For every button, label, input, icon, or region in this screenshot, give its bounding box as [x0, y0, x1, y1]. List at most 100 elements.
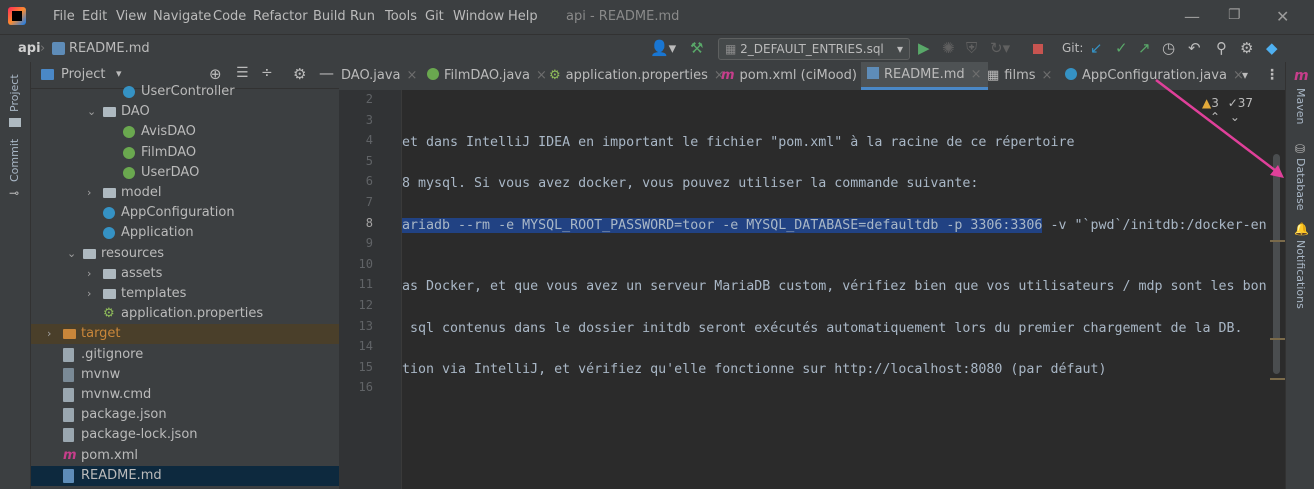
close-tab-icon[interactable]: × [971, 67, 982, 82]
settings-gear-icon[interactable]: ⚙ [1240, 40, 1253, 56]
chevron-down-icon[interactable]: ⌄ [87, 102, 96, 122]
close-tab-icon[interactable]: × [1042, 68, 1053, 83]
run-icon[interactable]: ▶ [918, 40, 930, 56]
tree-item-label: package-lock.json [81, 427, 198, 443]
chevron-down-icon[interactable]: ⌄ [67, 244, 76, 264]
close-icon[interactable]: ✕ [1276, 7, 1289, 26]
tree-item[interactable]: › target [31, 324, 339, 345]
scrollbar-thumb[interactable] [1273, 154, 1280, 374]
menu-file[interactable]: File [53, 9, 75, 24]
menu-tools[interactable]: Tools [385, 9, 417, 24]
tree-item[interactable]: › assets [31, 264, 339, 284]
menu-edit[interactable]: Edit [82, 9, 107, 24]
tree-item[interactable]: ⌄ DAO [31, 102, 339, 122]
build-hammer-icon[interactable]: ⚒ [690, 40, 703, 56]
line-number: 15 [358, 359, 373, 374]
expand-all-icon[interactable]: ☰ [236, 65, 249, 81]
code-line[interactable]: 8 mysql. Si vous avez docker, vous pouve… [402, 174, 978, 194]
maven-tool-tab[interactable]: Maven [1294, 88, 1307, 124]
line-number: 8 [365, 215, 373, 230]
tree-item-label: application.properties [121, 306, 264, 322]
line-number: 6 [365, 174, 373, 189]
tree-item[interactable]: package.json [31, 405, 339, 425]
properties-icon: ⚙ [103, 306, 115, 322]
chevron-right-icon[interactable]: › [87, 183, 91, 203]
breadcrumb-separator-icon: › [40, 41, 46, 56]
chevron-right-icon[interactable]: › [87, 264, 91, 284]
code-line[interactable]: as Docker, et que vous avez un serveur M… [402, 277, 1267, 297]
menu-window[interactable]: Window [453, 9, 504, 24]
tree-item[interactable]: ⌄ resources [31, 244, 339, 264]
editor-tab-bar: DAO.java × FilmDAO.java × ⚙ application.pro… [339, 62, 1285, 91]
tree-item[interactable]: .gitignore [31, 345, 339, 365]
git-update-icon[interactable]: ↙ [1090, 40, 1103, 56]
chevron-down-icon[interactable]: ▾ [116, 67, 122, 80]
collapse-all-icon[interactable]: ÷ [261, 65, 273, 81]
tree-item[interactable]: ⚙ application.properties [31, 304, 339, 324]
run-config-select[interactable]: ▦ 2_DEFAULT_ENTRIES.sql ▾ [718, 38, 910, 60]
menu-refactor[interactable]: Refactor [253, 9, 308, 24]
menu-view[interactable]: View [116, 9, 147, 24]
tab-application-properties[interactable]: ⚙ application.properties × [549, 62, 725, 90]
tree-item[interactable]: › templates [31, 284, 339, 304]
chevron-right-icon[interactable]: › [47, 324, 51, 344]
code-line[interactable]: tion via IntelliJ, et vérifiez qu'elle f… [402, 360, 1106, 380]
tree-item[interactable]: Application [31, 223, 339, 243]
tab-films[interactable]: ▦ films × [987, 62, 1052, 90]
tree-item[interactable]: AvisDAO [31, 122, 339, 142]
tree-item-label: FilmDAO [141, 144, 197, 160]
menu-navigate[interactable]: Navigate [153, 9, 211, 24]
menu-help[interactable]: Help [508, 9, 538, 24]
panel-settings-gear-icon[interactable]: ⚙ [293, 65, 306, 83]
project-tool-tab[interactable]: Project [8, 74, 21, 112]
tree-item[interactable]: › model [31, 183, 339, 203]
code-line[interactable]: ariadb --rm -e MYSQL_ROOT_PASSWORD=toor … [402, 216, 1267, 236]
tree-item[interactable]: mvnw.cmd [31, 385, 339, 405]
locate-icon[interactable]: ⊕ [209, 65, 222, 83]
notifications-tool-tab[interactable]: Notifications [1294, 240, 1307, 309]
breadcrumb-project[interactable]: api [18, 41, 41, 56]
restore-icon[interactable]: ❐ [1228, 7, 1241, 23]
tab-readme-md[interactable]: README.md × [861, 62, 988, 90]
git-push-icon[interactable]: ↗ [1138, 40, 1151, 56]
stop-icon[interactable] [1033, 44, 1043, 54]
profile-icon[interactable]: ↻▾ [990, 40, 1010, 56]
tree-item[interactable]: README.md [31, 465, 339, 486]
database-tool-tab[interactable]: Database [1294, 158, 1307, 211]
rollback-icon[interactable]: ↶ [1188, 40, 1201, 56]
update-plugin-icon[interactable]: ◆ [1266, 40, 1278, 56]
close-tab-icon[interactable]: × [407, 68, 418, 83]
menu-build[interactable]: Build [313, 9, 346, 24]
menu-git[interactable]: Git [425, 9, 444, 24]
tree-item[interactable]: UserDAO [31, 163, 339, 183]
coverage-icon[interactable]: ⛨ [966, 40, 977, 56]
hide-panel-icon[interactable]: — [319, 64, 334, 82]
git-history-icon[interactable]: ◷ [1162, 40, 1175, 56]
project-view-icon [41, 69, 54, 80]
tree-item[interactable]: UserController [31, 82, 339, 102]
search-icon[interactable]: ⚲ [1216, 40, 1227, 56]
git-commit-icon[interactable]: ✓ [1115, 40, 1128, 56]
commit-tool-tab[interactable]: Commit [8, 139, 21, 182]
tab-dao-java[interactable]: DAO.java × [341, 62, 417, 90]
tab-pom-xml[interactable]: mpom.xml (ciMood)× [721, 62, 874, 90]
menu-run[interactable]: Run [350, 9, 375, 24]
project-view-select[interactable]: Project [61, 67, 105, 82]
chevron-right-icon[interactable]: › [87, 284, 91, 304]
breadcrumb-file[interactable]: README.md [69, 41, 150, 56]
intellij-logo-icon[interactable] [8, 7, 26, 25]
debug-icon[interactable]: ✺ [942, 40, 955, 56]
tree-item[interactable]: m pom.xml [31, 446, 339, 466]
code-line[interactable]: et dans IntelliJ IDEA en important le fi… [402, 133, 1074, 153]
tree-item[interactable]: package-lock.json [31, 425, 339, 445]
close-tab-icon[interactable]: × [536, 68, 547, 83]
tree-item[interactable]: FilmDAO [31, 143, 339, 163]
minimize-icon[interactable]: — [1184, 7, 1200, 26]
editor-code-area[interactable]: ▲3 ✓37 ⌃ ⌄ et dans IntelliJ IDEA en impo… [402, 90, 1270, 489]
tree-item[interactable]: mvnw [31, 365, 339, 385]
menu-code[interactable]: Code [213, 9, 246, 24]
tab-filmdao-java[interactable]: FilmDAO.java × [427, 62, 547, 90]
tree-item[interactable]: AppConfiguration [31, 203, 339, 223]
user-icon[interactable]: 👤▾ [650, 40, 676, 56]
code-line[interactable]: sql contenus dans le dossier initdb sero… [402, 319, 1251, 339]
